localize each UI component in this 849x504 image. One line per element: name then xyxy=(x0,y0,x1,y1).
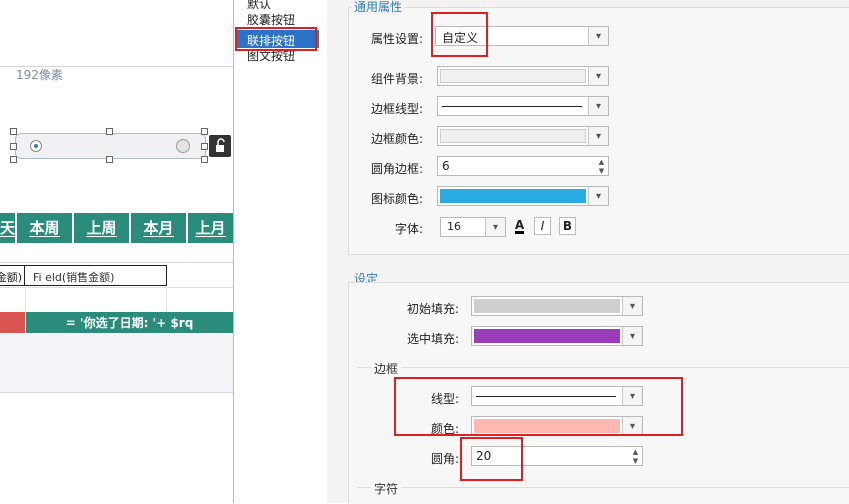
font-size-select[interactable]: 16 ▾ xyxy=(440,217,506,237)
resize-handle[interactable] xyxy=(10,156,17,163)
highlight-box xyxy=(460,437,523,481)
report-canvas: 192像素 天 本周 上周 本月 上月 金额) Fi eld(销售金额) = '… xyxy=(0,0,233,503)
border-section-title: 边框 xyxy=(371,360,402,377)
border-style-select[interactable]: ▾ xyxy=(437,96,609,116)
sel-fill-swatch xyxy=(474,329,620,343)
bold-button[interactable]: B xyxy=(559,217,576,235)
icon-color-label: 图标颜色: xyxy=(370,192,423,206)
highlight-box xyxy=(431,12,488,57)
radius-label-2: 圆角: xyxy=(430,452,459,466)
sel-fill-label: 选中填充: xyxy=(406,332,459,346)
resize-handle[interactable] xyxy=(201,143,208,150)
bg-label: 组件背景: xyxy=(370,72,423,86)
tab-this-week[interactable]: 本周 xyxy=(17,213,74,243)
icon-color-select[interactable]: ▾ xyxy=(437,186,609,206)
highlight-box xyxy=(394,377,683,436)
chevron-down-icon[interactable]: ▾ xyxy=(588,97,608,115)
chevron-down-icon[interactable]: ▾ xyxy=(622,327,642,345)
circle-icon xyxy=(176,139,190,153)
formula-row[interactable]: = '你选了日期: '+ $rq xyxy=(26,312,233,333)
tab-today[interactable]: 天 xyxy=(0,213,17,243)
property-panel: 通用属性 属性设置: 自定义 ▾ 组件背景: ▾ 边框线型: ▾ 边框颜色: ▾… xyxy=(327,0,849,504)
radius-label: 圆角边框: xyxy=(370,162,423,176)
red-cell[interactable] xyxy=(0,312,25,333)
grid-line xyxy=(0,262,233,263)
chevron-down-icon[interactable]: ▾ xyxy=(622,297,642,315)
icon-color-swatch xyxy=(440,189,586,203)
resize-handle[interactable] xyxy=(10,128,17,135)
bg-color-select[interactable]: ▾ xyxy=(437,66,609,86)
font-label: 字体: xyxy=(394,222,423,236)
spin-up-icon[interactable]: ▲ xyxy=(629,447,642,456)
size-hint: 192像素 xyxy=(16,68,63,82)
border-style-label: 边框线型: xyxy=(370,102,423,116)
chevron-down-icon[interactable]: ▾ xyxy=(588,187,608,205)
spin-down-icon[interactable]: ▼ xyxy=(595,166,608,175)
border-color-label: 边框颜色: xyxy=(370,132,423,146)
style-item-icon-text[interactable]: 图文按钮 xyxy=(247,49,295,63)
table-cell[interactable]: Fi eld(销售金额) xyxy=(25,265,167,286)
style-item-capsule[interactable]: 胶囊按钮 xyxy=(247,13,295,27)
section-title-general: 通用属性 xyxy=(351,0,406,15)
spin-up-icon[interactable]: ▲ xyxy=(595,157,608,166)
sel-fill-select[interactable]: ▾ xyxy=(471,326,643,346)
spin-down-icon[interactable]: ▼ xyxy=(629,456,642,465)
highlight-box xyxy=(235,27,317,51)
chevron-down-icon[interactable]: ▾ xyxy=(588,67,608,85)
init-fill-label: 初始填充: xyxy=(406,302,459,316)
radius-input[interactable]: 6 ▲ ▼ xyxy=(437,156,609,176)
radio-icon xyxy=(30,140,42,152)
chevron-down-icon[interactable]: ▾ xyxy=(485,218,505,236)
border-color-select[interactable]: ▾ xyxy=(437,126,609,146)
table-cell[interactable]: 金额) xyxy=(0,265,25,286)
style-list: 默认 胶囊按钮 联排按钮 图文按钮 xyxy=(234,0,327,503)
chevron-down-icon[interactable]: ▾ xyxy=(588,127,608,145)
font-section-title: 字符 xyxy=(371,480,402,497)
resize-handle[interactable] xyxy=(106,128,113,135)
resize-handle[interactable] xyxy=(201,128,208,135)
init-fill-select[interactable]: ▾ xyxy=(471,296,643,316)
resize-handle[interactable] xyxy=(106,156,113,163)
tab-last-month[interactable]: 上月 xyxy=(188,213,233,243)
blank-area xyxy=(0,334,233,392)
tab-this-month[interactable]: 本月 xyxy=(131,213,188,243)
init-fill-swatch xyxy=(474,299,620,313)
attr-label: 属性设置: xyxy=(370,32,423,46)
chevron-down-icon[interactable]: ▾ xyxy=(588,27,608,45)
italic-button[interactable]: I xyxy=(534,217,551,235)
font-color-button[interactable]: A xyxy=(511,217,528,235)
resize-handle[interactable] xyxy=(10,143,17,150)
resize-handle[interactable] xyxy=(201,156,208,163)
unlock-icon[interactable] xyxy=(209,135,231,157)
style-item-default[interactable]: 默认 xyxy=(247,0,271,11)
tab-last-week[interactable]: 上周 xyxy=(74,213,131,243)
